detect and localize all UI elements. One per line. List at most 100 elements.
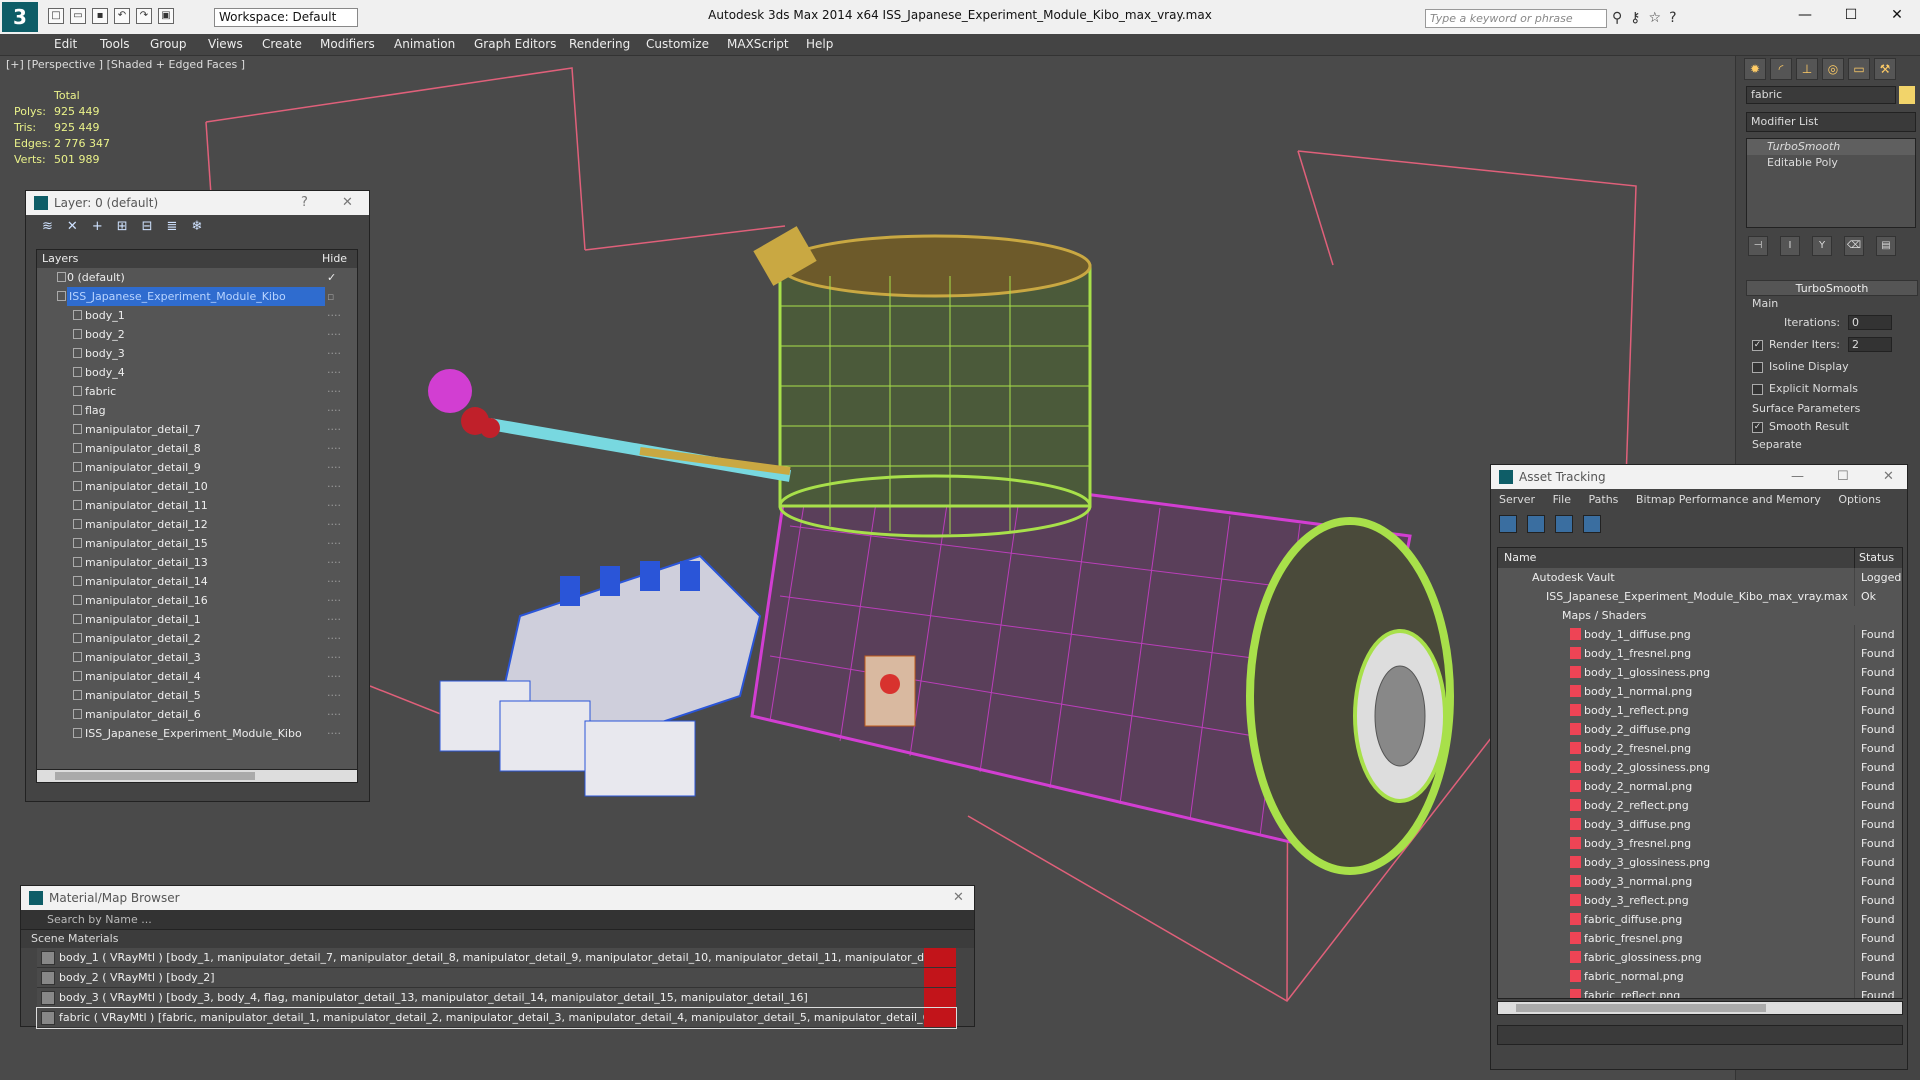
object-row[interactable]: ISS_Japanese_Experiment_Module_Kibo ···· xyxy=(37,724,357,743)
asset-row-maps[interactable]: Maps / Shaders xyxy=(1498,606,1902,625)
material-browser-titlebar[interactable]: Material/Map Browser ✕ xyxy=(21,886,974,910)
modify-tab-icon[interactable]: ◜ xyxy=(1770,58,1792,80)
smooth-result-checkbox[interactable]: ✓ xyxy=(1752,421,1763,433)
close-icon[interactable]: ✕ xyxy=(1874,0,1920,30)
object-row[interactable]: manipulator_detail_14 ···· xyxy=(37,572,357,591)
object-row[interactable]: manipulator_detail_5 ···· xyxy=(37,686,357,705)
asset-row-map[interactable]: body_3_reflect.png Found xyxy=(1498,891,1902,910)
asset-row-map[interactable]: body_3_glossiness.png Found xyxy=(1498,853,1902,872)
pin-stack-icon[interactable]: ⊣ xyxy=(1748,236,1768,256)
object-row[interactable]: manipulator_detail_9 ···· xyxy=(37,458,357,477)
object-row[interactable]: manipulator_detail_13 ···· xyxy=(37,553,357,572)
object-row[interactable]: manipulator_detail_11 ···· xyxy=(37,496,357,515)
hide-toggle[interactable]: ···· xyxy=(327,306,341,325)
menu-help[interactable]: Help xyxy=(806,37,833,51)
maximize-icon[interactable]: ☐ xyxy=(1828,0,1874,30)
layer-list-scrollbar[interactable] xyxy=(36,769,358,783)
object-row[interactable]: body_1 ···· xyxy=(37,306,357,325)
isoline-checkbox[interactable] xyxy=(1752,361,1763,373)
asset-row-map[interactable]: body_2_reflect.png Found xyxy=(1498,796,1902,815)
hide-toggle[interactable]: ···· xyxy=(327,458,341,477)
delete-layer-icon[interactable]: ✕ xyxy=(67,219,78,241)
scene-materials-header[interactable]: Scene Materials xyxy=(21,930,974,948)
menu-modifiers[interactable]: Modifiers xyxy=(320,37,375,51)
stack-item-editable-poly[interactable]: Editable Poly xyxy=(1747,155,1915,171)
asset-row-map[interactable]: body_3_diffuse.png Found xyxy=(1498,815,1902,834)
show-end-result-icon[interactable]: I xyxy=(1780,236,1800,256)
asset-row-map[interactable]: body_1_diffuse.png Found xyxy=(1498,625,1902,644)
hide-toggle[interactable]: ···· xyxy=(327,382,341,401)
help-icon[interactable]: ? xyxy=(301,191,308,215)
asset-row-map[interactable]: body_3_normal.png Found xyxy=(1498,872,1902,891)
help-icon[interactable]: ? xyxy=(1669,10,1676,26)
hide-toggle[interactable]: ···· xyxy=(327,724,341,743)
make-unique-icon[interactable]: Y xyxy=(1812,236,1832,256)
table-view-icon[interactable] xyxy=(1583,515,1601,533)
minimize-icon[interactable]: — xyxy=(1791,465,1804,489)
material-row[interactable]: fabric ( VRayMtl ) [fabric, manipulator_… xyxy=(36,1007,957,1029)
star-icon[interactable]: ☆ xyxy=(1649,10,1662,26)
hide-toggle[interactable]: ···· xyxy=(327,686,341,705)
explicit-normals-checkbox[interactable] xyxy=(1752,383,1763,395)
scrollbar-thumb[interactable] xyxy=(1516,1004,1766,1012)
key-icon[interactable]: ⚷ xyxy=(1630,10,1640,26)
asset-row-map[interactable]: fabric_reflect.png Found xyxy=(1498,986,1902,998)
menu-create[interactable]: Create xyxy=(262,37,302,51)
asset-row-map[interactable]: fabric_normal.png Found xyxy=(1498,967,1902,986)
object-row[interactable]: manipulator_detail_4 ···· xyxy=(37,667,357,686)
hide-toggle[interactable]: ···· xyxy=(327,591,341,610)
hierarchy-tab-icon[interactable]: ⊥ xyxy=(1796,58,1818,80)
layer-panel-titlebar[interactable]: Layer: 0 (default) ? ✕ xyxy=(26,191,369,215)
add-to-layer-icon[interactable]: + xyxy=(92,219,103,241)
freeze-all-icon[interactable]: ❄ xyxy=(191,219,202,241)
asset-row-map[interactable]: fabric_glossiness.png Found xyxy=(1498,948,1902,967)
object-row[interactable]: flag ···· xyxy=(37,401,357,420)
modifier-list-dropdown[interactable]: Modifier List xyxy=(1746,112,1916,132)
close-icon[interactable]: ✕ xyxy=(1883,465,1894,489)
asset-menu-server[interactable]: Server xyxy=(1499,493,1535,506)
motion-tab-icon[interactable]: ◎ xyxy=(1822,58,1844,80)
hide-toggle[interactable]: ···· xyxy=(327,515,341,534)
asset-menu-paths[interactable]: Paths xyxy=(1589,493,1619,506)
create-tab-icon[interactable]: ✹ xyxy=(1744,58,1766,80)
hide-toggle[interactable]: ···· xyxy=(327,439,341,458)
menu-tools[interactable]: Tools xyxy=(100,37,130,51)
scrollbar-thumb[interactable] xyxy=(55,772,255,780)
maximize-icon[interactable]: ☐ xyxy=(1837,465,1849,489)
layer-row[interactable]: ISS_Japanese_Experiment_Module_Kibo ▫ xyxy=(37,287,357,306)
hide-toggle[interactable]: ···· xyxy=(327,648,341,667)
search-input[interactable]: Type a keyword or phrase xyxy=(1425,9,1607,28)
hide-toggle[interactable]: ···· xyxy=(327,496,341,515)
viewport-label[interactable]: [+] [Perspective ] [Shaded + Edged Faces… xyxy=(6,58,245,71)
col-name[interactable]: Name xyxy=(1504,551,1536,564)
hide-toggle[interactable]: ···· xyxy=(327,363,341,382)
object-row[interactable]: manipulator_detail_8 ···· xyxy=(37,439,357,458)
col-hide[interactable]: Hide xyxy=(322,250,347,268)
object-row[interactable]: body_3 ···· xyxy=(37,344,357,363)
asset-row-map[interactable]: body_2_glossiness.png Found xyxy=(1498,758,1902,777)
asset-row-map[interactable]: body_3_fresnel.png Found xyxy=(1498,834,1902,853)
hide-toggle[interactable]: ···· xyxy=(327,629,341,648)
col-layers[interactable]: Layers xyxy=(42,252,78,265)
hide-toggle[interactable]: ···· xyxy=(327,420,341,439)
asset-row-map[interactable]: body_1_normal.png Found xyxy=(1498,682,1902,701)
material-row[interactable]: body_2 ( VRayMtl ) [body_2] xyxy=(37,968,956,988)
material-row[interactable]: body_3 ( VRayMtl ) [body_3, body_4, flag… xyxy=(37,988,956,1008)
object-row[interactable]: manipulator_detail_6 ···· xyxy=(37,705,357,724)
asset-tracking-titlebar[interactable]: Asset Tracking — ☐ ✕ xyxy=(1491,465,1907,489)
menu-animation[interactable]: Animation xyxy=(394,37,455,51)
stack-item-turbosmooth[interactable]: TurboSmooth xyxy=(1747,139,1915,155)
menu-maxscript[interactable]: MAXScript xyxy=(727,37,789,51)
asset-table-scrollbar[interactable] xyxy=(1497,1001,1903,1015)
object-row[interactable]: manipulator_detail_7 ···· xyxy=(37,420,357,439)
asset-row-map[interactable]: fabric_diffuse.png Found xyxy=(1498,910,1902,929)
configure-sets-icon[interactable]: ▤ xyxy=(1876,236,1896,256)
render-iters-checkbox[interactable]: ✓ xyxy=(1752,339,1763,351)
object-row[interactable]: manipulator_detail_1 ···· xyxy=(37,610,357,629)
menu-customize[interactable]: Customize xyxy=(646,37,709,51)
close-icon[interactable]: ✕ xyxy=(953,886,964,910)
col-status[interactable]: Status xyxy=(1854,548,1894,568)
select-objects-icon[interactable]: ⊞ xyxy=(117,219,128,241)
highlight-layer-icon[interactable]: ⊟ xyxy=(142,219,153,241)
layer-row[interactable]: 0 (default) ✓ xyxy=(37,268,357,287)
